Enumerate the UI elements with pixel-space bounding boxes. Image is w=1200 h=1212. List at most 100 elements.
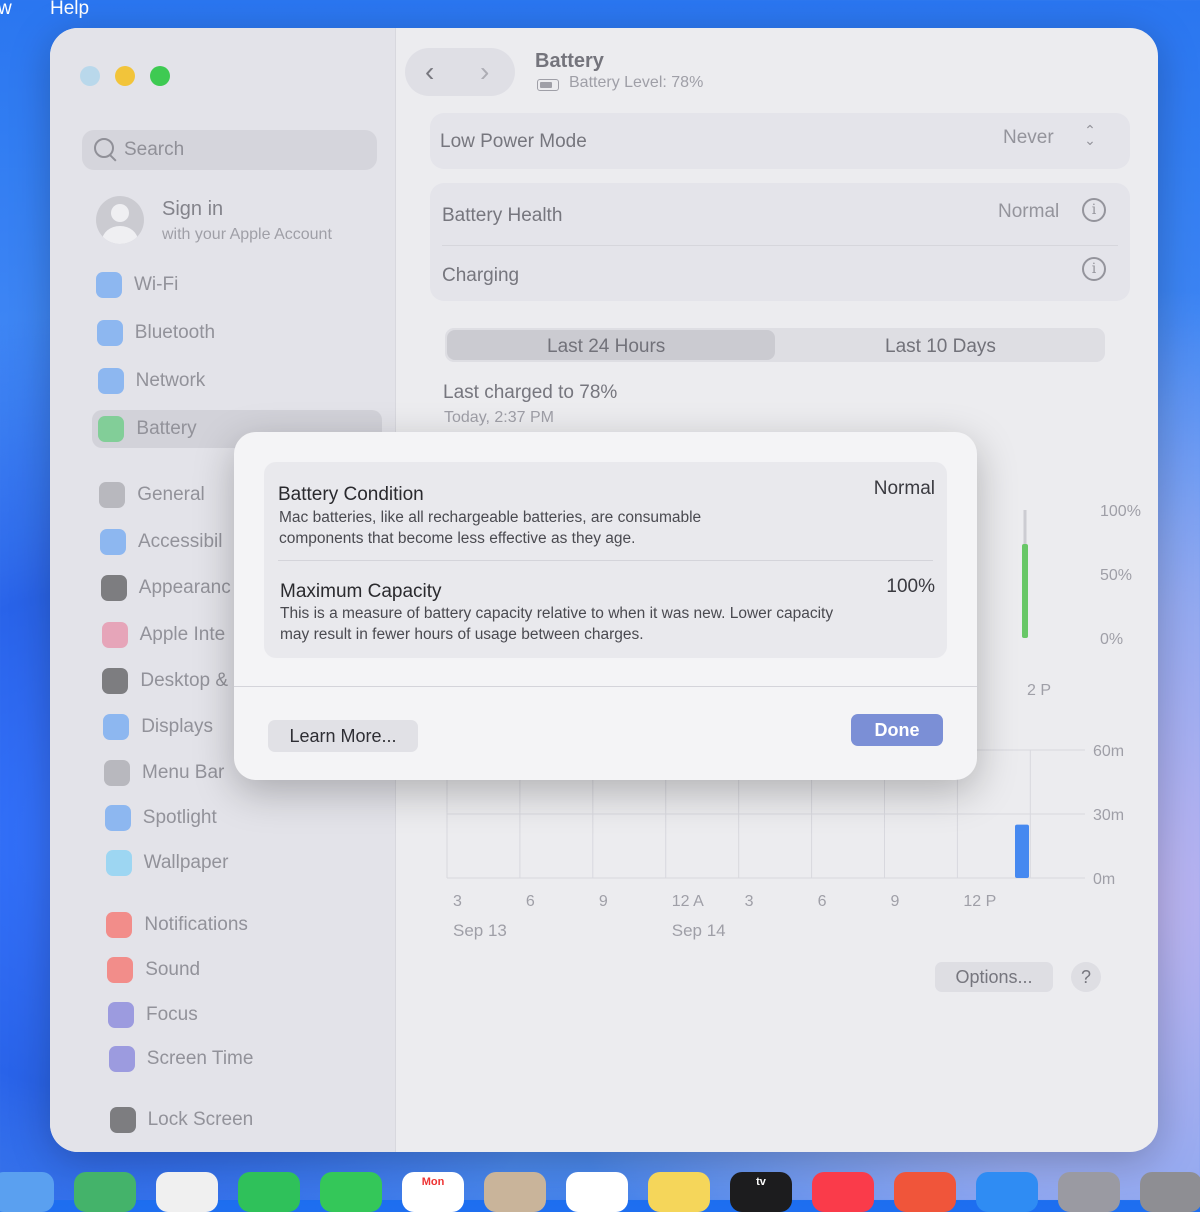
y-tick-label: 0m xyxy=(1093,871,1115,888)
health-charging-panel: Battery Health Normal i Charging i xyxy=(430,183,1130,301)
account-name: Sign in xyxy=(162,198,224,220)
navigation-buttons: ‹ › xyxy=(405,48,515,96)
appearance-icon xyxy=(100,575,127,601)
x-tick-label: 3 xyxy=(745,893,754,910)
sidebar-item-label: Accessibil xyxy=(138,531,223,552)
sidebar-item-bluetooth[interactable]: Bluetooth xyxy=(91,314,381,352)
battery-condition-title: Battery Condition xyxy=(278,484,424,505)
sidebar-item-label: General xyxy=(137,484,205,505)
x-tick-label: 12 A xyxy=(672,893,704,910)
messages-icon[interactable] xyxy=(320,1172,382,1212)
battery-level-text: Battery Level: 78% xyxy=(569,74,704,91)
finder-icon[interactable] xyxy=(0,1172,54,1212)
battery-health-dialog: Battery Condition Normal Mac batteries, … xyxy=(234,432,977,780)
focus-icon xyxy=(108,1002,134,1028)
globe-icon xyxy=(97,368,124,394)
sidebar-item-label: Sound xyxy=(145,959,201,980)
dialog-divider xyxy=(234,686,977,687)
calculator-icon[interactable] xyxy=(1058,1172,1120,1212)
sidebar-item-focus[interactable]: Focus xyxy=(102,996,392,1034)
dock-item-label: tv xyxy=(756,1176,766,1188)
learn-more-button[interactable]: Learn More... xyxy=(268,720,418,752)
wifi-icon xyxy=(96,272,122,298)
search-input[interactable]: Search xyxy=(82,130,377,170)
dock-item-label: Mon xyxy=(421,1176,445,1188)
minimize-button[interactable] xyxy=(115,66,135,86)
time-range-tabs: Last 24 Hours Last 10 Days xyxy=(445,328,1105,362)
y-tick-label: 100% xyxy=(1100,503,1141,520)
lock-icon xyxy=(109,1107,136,1133)
low-power-mode-value[interactable]: Never xyxy=(1003,127,1054,149)
sidebar-item-label: Displays xyxy=(141,716,213,737)
maps-icon[interactable] xyxy=(74,1172,136,1212)
x-tick-label: 9 xyxy=(599,893,608,910)
calendar-icon[interactable]: Mon xyxy=(402,1172,464,1212)
back-chevron-icon[interactable]: ‹ xyxy=(425,58,434,86)
zoom-button[interactable] xyxy=(150,66,170,86)
sidebar-item-wallpaper[interactable]: Wallpaper xyxy=(100,844,390,882)
low-power-mode-label: Low Power Mode xyxy=(440,131,587,152)
y-tick-label: 30m xyxy=(1093,807,1124,824)
menu-item-help[interactable]: Help xyxy=(50,0,89,20)
sidebar-item-label: Network xyxy=(135,370,206,391)
help-button[interactable]: ? xyxy=(1071,962,1101,992)
stepper-chevrons-icon[interactable]: ⌃ ⌄ xyxy=(1082,123,1098,147)
done-button[interactable]: Done xyxy=(851,714,943,746)
date-label: Sep 14 xyxy=(672,921,726,940)
usage-bar xyxy=(1015,824,1029,878)
facetime-icon[interactable] xyxy=(238,1172,300,1212)
menu-item-window[interactable]: w xyxy=(0,0,12,20)
apple-tv-icon[interactable]: tv xyxy=(730,1172,792,1212)
x-tick-label: 2 P xyxy=(1027,682,1051,699)
contacts-icon[interactable] xyxy=(484,1172,546,1212)
sidebar-item-network[interactable]: Network xyxy=(92,362,382,400)
music-icon[interactable] xyxy=(812,1172,874,1212)
tab-last-24-hours[interactable]: Last 24 Hours xyxy=(547,336,665,358)
sidebar-item-label: Screen Time xyxy=(146,1048,254,1069)
sidebar-item-label: Bluetooth xyxy=(134,322,216,343)
sidebar-item-label: Apple Inte xyxy=(139,624,226,645)
forward-chevron-icon[interactable]: › xyxy=(480,58,489,86)
displays-icon xyxy=(103,714,130,740)
sidebar-item-notifications[interactable]: Notifications xyxy=(100,906,390,944)
battery-health-info-icon[interactable]: i xyxy=(1082,198,1106,222)
y-tick-label: 60m xyxy=(1093,743,1124,760)
account-subtitle: with your Apple Account xyxy=(162,226,332,243)
charging-info-icon[interactable]: i xyxy=(1082,257,1106,281)
menu-bar: w Help xyxy=(0,0,1200,24)
y-tick-label: 50% xyxy=(1100,567,1132,584)
app-store-icon[interactable] xyxy=(976,1172,1038,1212)
sidebar-item-label: Wallpaper xyxy=(143,852,229,873)
divider xyxy=(442,245,1118,246)
options-button[interactable]: Options... xyxy=(935,962,1053,992)
sidebar-item-label: Appearanc xyxy=(138,577,231,598)
sidebar-item-sound[interactable]: Sound xyxy=(101,951,391,989)
gear-icon xyxy=(99,482,126,508)
system-settings-icon[interactable] xyxy=(1140,1172,1200,1212)
sidebar-item-label: Notifications xyxy=(144,914,248,935)
sidebar-item-wi-fi[interactable]: Wi-Fi xyxy=(90,266,380,304)
tab-last-10-days[interactable]: Last 10 Days xyxy=(885,336,996,358)
search-icon xyxy=(94,138,114,158)
avatar xyxy=(96,196,144,244)
launchpad-icon[interactable] xyxy=(894,1172,956,1212)
maximum-capacity-value: 100% xyxy=(886,576,935,597)
x-tick-label: 6 xyxy=(818,893,827,910)
sidebar-item-lock-screen[interactable]: Lock Screen xyxy=(104,1101,394,1139)
sidebar-item-label: Desktop & xyxy=(140,670,229,691)
sidebar-item-screen-time[interactable]: Screen Time xyxy=(103,1040,393,1078)
accessibility-icon xyxy=(100,529,126,555)
sidebar-item-spotlight[interactable]: Spotlight xyxy=(99,799,389,837)
bluetooth-icon xyxy=(96,320,123,346)
close-button[interactable] xyxy=(80,66,100,86)
notes-icon[interactable] xyxy=(648,1172,710,1212)
notifications-icon xyxy=(106,912,133,938)
battery-condition-description: Mac batteries, like all rechargeable bat… xyxy=(279,509,702,547)
last-charged-title: Last charged to 78% xyxy=(443,382,618,403)
sidebar-item-label: Focus xyxy=(146,1004,198,1025)
sidebar-item-label: Battery xyxy=(136,418,197,439)
reminders-icon[interactable] xyxy=(566,1172,628,1212)
x-tick-label: 12 P xyxy=(963,893,996,910)
photos-icon[interactable] xyxy=(156,1172,218,1212)
maximum-capacity-description: This is a measure of battery capacity re… xyxy=(280,605,834,643)
